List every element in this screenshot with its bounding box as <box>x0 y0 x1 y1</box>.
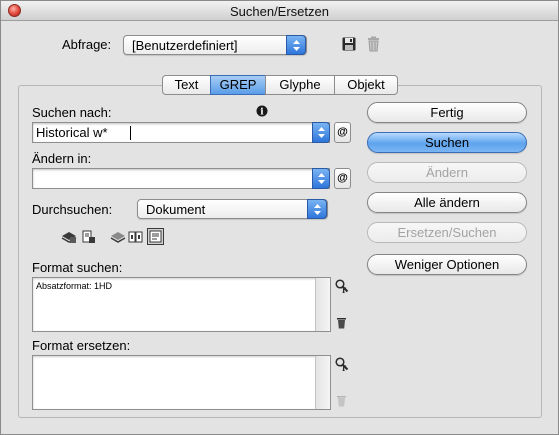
include-locked-layers-icon[interactable] <box>61 230 77 244</box>
query-label: Abfrage: <box>62 37 112 52</box>
find-format-box[interactable]: Absatzformat: 1HD <box>32 277 331 332</box>
window-title: Suchen/Ersetzen <box>229 4 329 19</box>
delete-query-icon[interactable] <box>367 36 380 52</box>
change-special-characters-button[interactable]: @ <box>334 168 351 189</box>
svg-text:T: T <box>341 286 347 293</box>
include-master-pages-icon[interactable] <box>128 230 144 244</box>
change-button[interactable]: Ändern <box>367 162 527 183</box>
include-hidden-layers-icon[interactable] <box>110 230 126 244</box>
change-to-label: Ändern in: <box>32 151 92 166</box>
tab-text[interactable]: Text <box>162 75 211 95</box>
specify-change-format-icon[interactable]: T <box>335 357 349 371</box>
search-in-select-arrows-icon <box>307 199 327 219</box>
clear-find-format-icon[interactable] <box>336 317 347 329</box>
save-query-icon[interactable] <box>342 37 356 51</box>
at-sign-icon: @ <box>337 172 348 184</box>
change-format-box[interactable] <box>32 355 331 410</box>
text-caret <box>130 126 131 140</box>
include-footnotes-icon[interactable] <box>147 228 164 245</box>
query-select-arrows-icon <box>286 35 306 55</box>
tab-object[interactable]: Objekt <box>334 75 398 95</box>
search-in-select[interactable]: Dokument <box>137 199 328 219</box>
find-button[interactable]: Suchen <box>367 132 527 153</box>
done-button[interactable]: Fertig <box>367 102 527 123</box>
find-special-characters-button[interactable]: @ <box>334 122 351 143</box>
find-what-field[interactable]: Historical w* <box>32 122 330 143</box>
find-format-label: Format suchen: <box>32 260 123 275</box>
find-what-label: Suchen nach: <box>32 105 112 120</box>
find-format-value: Absatzformat: 1HD <box>36 281 113 291</box>
tab-grep[interactable]: GREP <box>210 75 266 95</box>
specify-find-format-icon[interactable]: T <box>335 279 349 293</box>
tab-glyph[interactable]: Glyphe <box>265 75 335 95</box>
find-what-value: Historical w* <box>36 125 108 140</box>
find-what-history-arrows-icon[interactable] <box>312 122 330 143</box>
query-select[interactable]: [Benutzerdefiniert] <box>123 35 307 55</box>
info-icon[interactable]: i <box>256 105 268 117</box>
at-sign-icon: @ <box>337 126 348 138</box>
change-all-button[interactable]: Alle ändern <box>367 192 527 213</box>
title-bar: Suchen/Ersetzen <box>1 1 558 21</box>
svg-text:i: i <box>260 108 264 118</box>
svg-text:T: T <box>341 364 347 371</box>
fewer-options-button[interactable]: Weniger Optionen <box>367 254 527 275</box>
change-to-field[interactable] <box>32 168 330 189</box>
include-locked-stories-icon[interactable] <box>82 230 96 244</box>
change-format-label: Format ersetzen: <box>32 338 131 353</box>
change-to-history-arrows-icon[interactable] <box>312 168 330 189</box>
query-select-value: [Benutzerdefiniert] <box>132 38 238 53</box>
change-format-scrollbar[interactable] <box>315 356 330 409</box>
search-in-select-value: Dokument <box>146 202 206 217</box>
find-change-dialog: Suchen/Ersetzen Abfrage: [Benutzerdefini… <box>0 0 559 435</box>
find-format-scrollbar[interactable] <box>315 278 330 331</box>
change-find-button[interactable]: Ersetzen/Suchen <box>367 222 527 243</box>
search-in-label: Durchsuchen: <box>32 202 113 217</box>
clear-change-format-icon[interactable] <box>336 395 347 407</box>
